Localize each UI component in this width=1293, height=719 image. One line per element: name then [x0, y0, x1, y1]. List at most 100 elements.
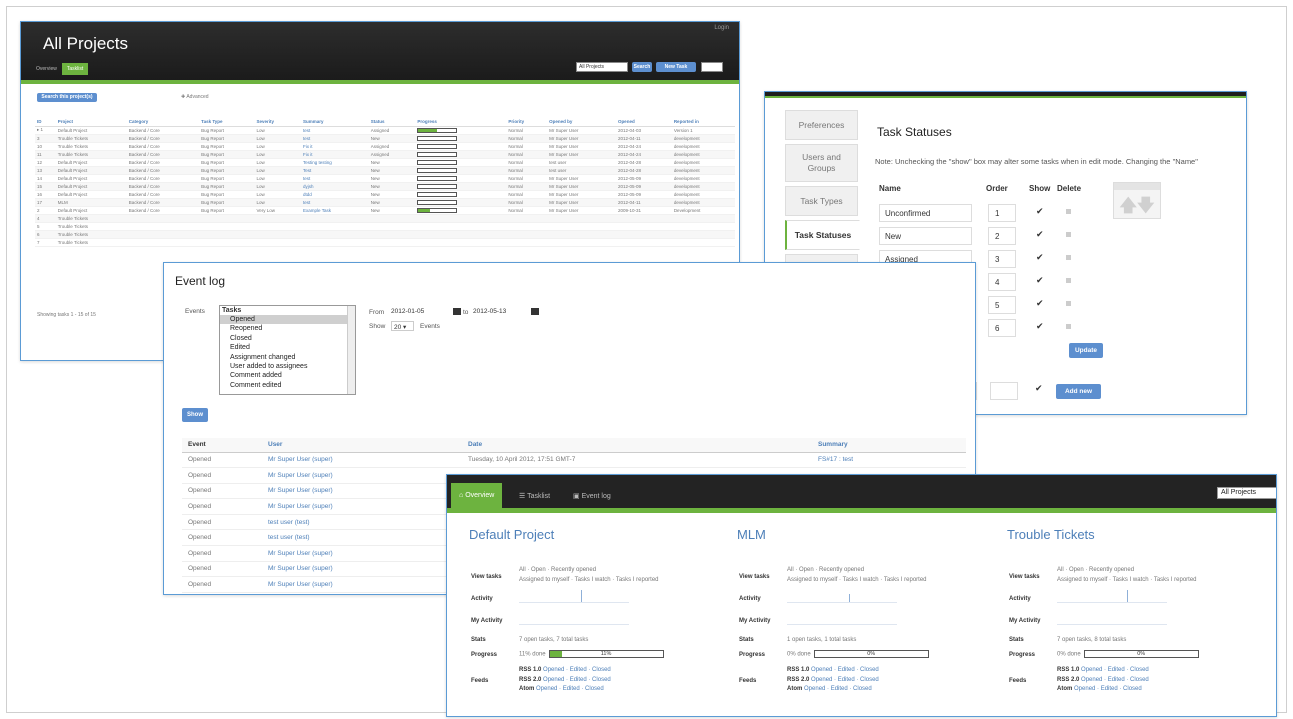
sidebar-item[interactable]: Preferences: [785, 110, 858, 140]
delete-checkbox[interactable]: [1066, 255, 1071, 260]
column-header[interactable]: Reported in: [671, 118, 735, 127]
table-cell[interactable]: Mr Super User (super): [262, 576, 462, 593]
view-tasks-links[interactable]: All · Open · Recently opened: [1057, 566, 1134, 574]
events-listbox[interactable]: Tasks Opened Reopened Closed Edited Assignme…: [219, 305, 356, 395]
go-button[interactable]: Search: [632, 62, 652, 72]
feed-links[interactable]: Opened · Edited · Closed: [811, 677, 879, 683]
table-cell[interactable]: Example Task: [301, 206, 369, 215]
column-header[interactable]: Project: [55, 118, 127, 127]
table-cell[interactable]: Mr Super User (super): [262, 467, 462, 484]
event-option[interactable]: Assignment changed: [220, 353, 355, 362]
table-cell[interactable]: dyjsh: [301, 182, 369, 191]
show-checkbox[interactable]: ✔: [1036, 252, 1044, 263]
sidebar-item[interactable]: Task Types: [785, 186, 858, 216]
show-checkbox[interactable]: ✔: [1036, 275, 1044, 286]
event-count-select[interactable]: 20 ▾: [391, 321, 414, 331]
table-row[interactable]: 10 Trouble Tickets Backend / Core Bug Repor…: [35, 142, 735, 151]
project-select[interactable]: All Projects: [1217, 487, 1276, 499]
table-cell[interactable]: dtdd: [301, 190, 369, 199]
table-cell[interactable]: [301, 222, 369, 231]
tab-event-log[interactable]: ▣ Event log: [565, 483, 619, 508]
column-header[interactable]: Priority: [506, 118, 548, 127]
sidebar-item[interactable]: Task Statuses: [785, 220, 860, 250]
column-header[interactable]: Event: [182, 438, 262, 453]
table-row[interactable]: 7 Trouble Tickets: [35, 238, 735, 247]
tab-overview[interactable]: Overview: [31, 63, 62, 75]
new-task-button[interactable]: New Task: [656, 62, 696, 72]
table-row[interactable]: 2 Default Project Backend / Core Bug Report…: [35, 206, 735, 215]
project-name[interactable]: MLM: [737, 527, 766, 542]
feed-links[interactable]: Opened · Edited · Closed: [1074, 686, 1142, 692]
sidebar-item[interactable]: Users and Groups: [785, 144, 858, 182]
show-checkbox[interactable]: ✔: [1036, 321, 1044, 332]
table-cell[interactable]: [301, 230, 369, 239]
show-checkbox[interactable]: ✔: [1036, 229, 1044, 240]
column-header[interactable]: Summary: [812, 438, 966, 453]
calendar-icon[interactable]: [531, 308, 539, 315]
delete-checkbox[interactable]: [1066, 278, 1071, 283]
column-header[interactable]: Opened: [615, 118, 672, 127]
delete-checkbox[interactable]: [1066, 232, 1071, 237]
column-header[interactable]: Severity: [254, 118, 302, 127]
show-checkbox[interactable]: ✔: [1036, 206, 1044, 217]
table-cell[interactable]: test user (test): [262, 529, 462, 547]
table-row[interactable]: 15 Default Project Backend / Core Bug Repor…: [35, 182, 735, 191]
table-cell[interactable]: Mr Super User (super): [262, 452, 462, 469]
status-order-input[interactable]: 4: [988, 273, 1016, 291]
event-option[interactable]: User added to assignees: [220, 362, 355, 371]
column-header[interactable]: Opened by: [547, 118, 616, 127]
advanced-search-link[interactable]: ✚ Advanced: [181, 94, 209, 100]
event-option[interactable]: Reopened: [220, 324, 355, 333]
table-row[interactable]: 5 Trouble Tickets: [35, 222, 735, 231]
new-status-order-input[interactable]: [990, 382, 1018, 400]
table-row[interactable]: 11 Trouble Tickets Backend / Core Bug Repor…: [35, 150, 735, 159]
event-option[interactable]: Closed: [220, 334, 355, 343]
tab-tasklist[interactable]: Tasklist: [61, 63, 89, 75]
feed-links[interactable]: Opened · Edited · Closed: [1081, 667, 1149, 673]
project-name[interactable]: Trouble Tickets: [1007, 527, 1095, 542]
table-cell[interactable]: Fix it: [301, 150, 369, 159]
tab-overview[interactable]: ⌂ Overview: [451, 483, 503, 508]
table-cell[interactable]: Test: [301, 166, 369, 175]
new-status-show-checkbox[interactable]: ✔: [1035, 383, 1043, 394]
show-checkbox[interactable]: ✔: [1036, 298, 1044, 309]
table-row[interactable]: 12 Default Project Backend / Core Bug Repor…: [35, 158, 735, 167]
event-option[interactable]: Comment edited: [220, 381, 355, 390]
add-new-button[interactable]: Add new: [1056, 384, 1101, 399]
calendar-icon[interactable]: [453, 308, 461, 315]
feed-links[interactable]: Opened · Edited · Closed: [536, 686, 604, 692]
project-name[interactable]: Default Project: [469, 527, 554, 542]
tab-tasklist[interactable]: ☰ Tasklist: [511, 483, 558, 508]
table-row[interactable]: 17 MLM Backend / Core Bug Report Low test New N…: [35, 198, 735, 207]
table-cell[interactable]: Fix it: [301, 142, 369, 151]
column-header[interactable]: User: [262, 438, 462, 453]
status-order-input[interactable]: 5: [988, 296, 1016, 314]
table-row[interactable]: 16 Default Project Backend / Core Bug Repor…: [35, 190, 735, 199]
column-header[interactable]: Category: [126, 118, 200, 127]
show-button[interactable]: Show: [182, 408, 208, 422]
table-row[interactable]: 6 Trouble Tickets: [35, 230, 735, 239]
status-order-input[interactable]: 1: [988, 204, 1016, 222]
table-cell[interactable]: [301, 238, 369, 247]
event-option[interactable]: Comment added: [220, 371, 355, 380]
feed-links[interactable]: Opened · Edited · Closed: [804, 686, 872, 692]
view-tasks-links-2[interactable]: Assigned to myself · Tasks I watch · Tas…: [787, 576, 927, 584]
view-tasks-links-2[interactable]: Assigned to myself · Tasks I watch · Tas…: [1057, 576, 1197, 584]
column-header[interactable]: Progress: [415, 118, 507, 127]
table-row[interactable]: 13 Default Project Backend / Core Bug Repor…: [35, 166, 735, 175]
table-row[interactable]: 3 Trouble Tickets Backend / Core Bug Report…: [35, 134, 735, 143]
table-cell[interactable]: test: [301, 126, 369, 135]
column-header[interactable]: Task Type: [199, 118, 255, 127]
table-row[interactable]: 4 Trouble Tickets: [35, 214, 735, 223]
feed-links[interactable]: Opened · Edited · Closed: [543, 667, 611, 673]
status-order-input[interactable]: 3: [988, 250, 1016, 268]
delete-checkbox[interactable]: [1066, 209, 1071, 214]
feed-links[interactable]: Opened · Edited · Closed: [1081, 677, 1149, 683]
event-option[interactable]: Opened: [220, 315, 355, 325]
table-cell[interactable]: test: [301, 174, 369, 183]
reorder-arrows-icon[interactable]: 🡅🡇: [1113, 182, 1161, 219]
table-cell[interactable]: test user (test): [262, 514, 462, 531]
table-cell[interactable]: Mr Super User (super): [262, 498, 462, 515]
quick-search-input[interactable]: [701, 62, 723, 72]
update-button[interactable]: Update: [1069, 343, 1103, 358]
